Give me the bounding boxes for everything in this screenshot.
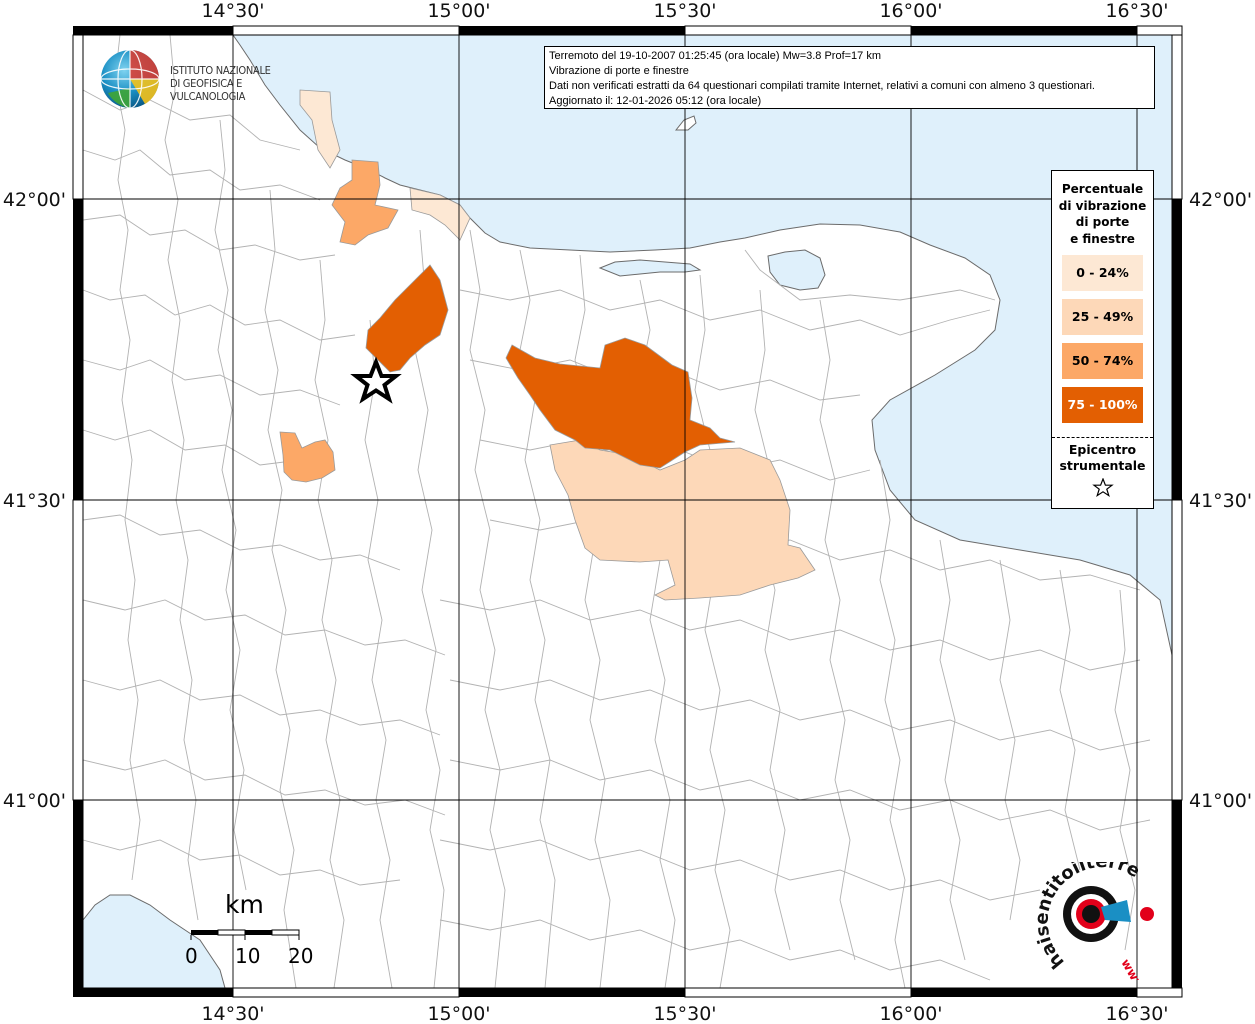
tick-left-1: 41°30' xyxy=(3,490,66,512)
legend-epicenter-label: Epicentro strumentale xyxy=(1052,442,1153,474)
ingv-name: ISTITUTO NAZIONALE DI GEOFISICA E VULCAN… xyxy=(170,64,310,103)
tick-left-2: 41°00' xyxy=(3,790,66,812)
hsit-logo: haisentitoilterremoto.it www. xyxy=(1026,846,1165,996)
legend-title: Percentuale di vibrazione di porte e fin… xyxy=(1052,181,1153,247)
scale-label-0: 0 xyxy=(185,944,198,968)
tick-top-4: 16°30' xyxy=(1105,0,1168,22)
updated-line: Aggiornato il: 12-01-2026 05:12 (ora loc… xyxy=(549,95,762,107)
legend: Percentuale di vibrazione di porte e fin… xyxy=(1051,170,1154,509)
ingv-logo: ISTITUTO NAZIONALE DI GEOFISICA E VULCAN… xyxy=(100,48,310,110)
tick-left-0: 42°00' xyxy=(3,189,66,211)
hsit-www: www. xyxy=(1118,957,1149,981)
scale-unit: km xyxy=(225,890,264,919)
event-line: Terremoto del 19-10-2007 01:25:45 (ora l… xyxy=(549,50,882,62)
event-info-box: Terremoto del 19-10-2007 01:25:45 (ora l… xyxy=(544,46,1155,109)
star-outline-icon xyxy=(1052,477,1153,501)
tick-top-2: 15°30' xyxy=(653,0,716,22)
legend-divider xyxy=(1052,437,1153,438)
tick-right-2: 41°00' xyxy=(1189,790,1252,812)
tick-top-1: 15°00' xyxy=(427,0,490,22)
tick-bottom-4: 16°30' xyxy=(1105,1003,1168,1024)
tick-right-0: 42°00' xyxy=(1189,189,1252,211)
legend-title-line: Percentuale xyxy=(1061,182,1144,196)
tick-bottom-2: 15°30' xyxy=(653,1003,716,1024)
legend-class-2: 50 - 74% xyxy=(1062,343,1143,379)
legend-title-line: di vibrazione xyxy=(1058,198,1147,213)
ingv-line1: ISTITUTO NAZIONALE xyxy=(170,64,271,77)
scale-bar: km 0 10 20 xyxy=(185,890,325,970)
legend-epicenter-line: Epicentro xyxy=(1068,442,1137,457)
legend-class-1: 25 - 49% xyxy=(1062,299,1143,335)
legend-title-line: e finestre xyxy=(1070,231,1135,246)
globe-icon xyxy=(100,49,160,109)
tick-bottom-1: 15°00' xyxy=(427,1003,490,1024)
tick-bottom-3: 16°00' xyxy=(879,1003,942,1024)
legend-title-line: di porte xyxy=(1075,215,1130,229)
scale-bar-graphic xyxy=(190,929,300,940)
legend-epicenter-line: strumentale xyxy=(1059,458,1146,473)
ingv-line2: DI GEOFISICA E VULCANOLOGIA xyxy=(170,77,246,103)
legend-class-0: 0 - 24% xyxy=(1062,255,1143,291)
scale-label-10: 10 xyxy=(235,944,261,968)
parameter-line: Vibrazione di porte e finestre xyxy=(549,65,689,77)
tick-bottom-0: 14°30' xyxy=(201,1003,264,1024)
data-source-line: Dati non verificati estratti da 64 quest… xyxy=(549,80,1095,92)
tick-right-1: 41°30' xyxy=(1189,490,1252,512)
scale-label-20: 20 xyxy=(288,944,314,968)
tick-top-3: 16°00' xyxy=(879,0,942,22)
tick-top-0: 14°30' xyxy=(201,0,264,22)
legend-class-3: 75 - 100% xyxy=(1062,387,1143,423)
